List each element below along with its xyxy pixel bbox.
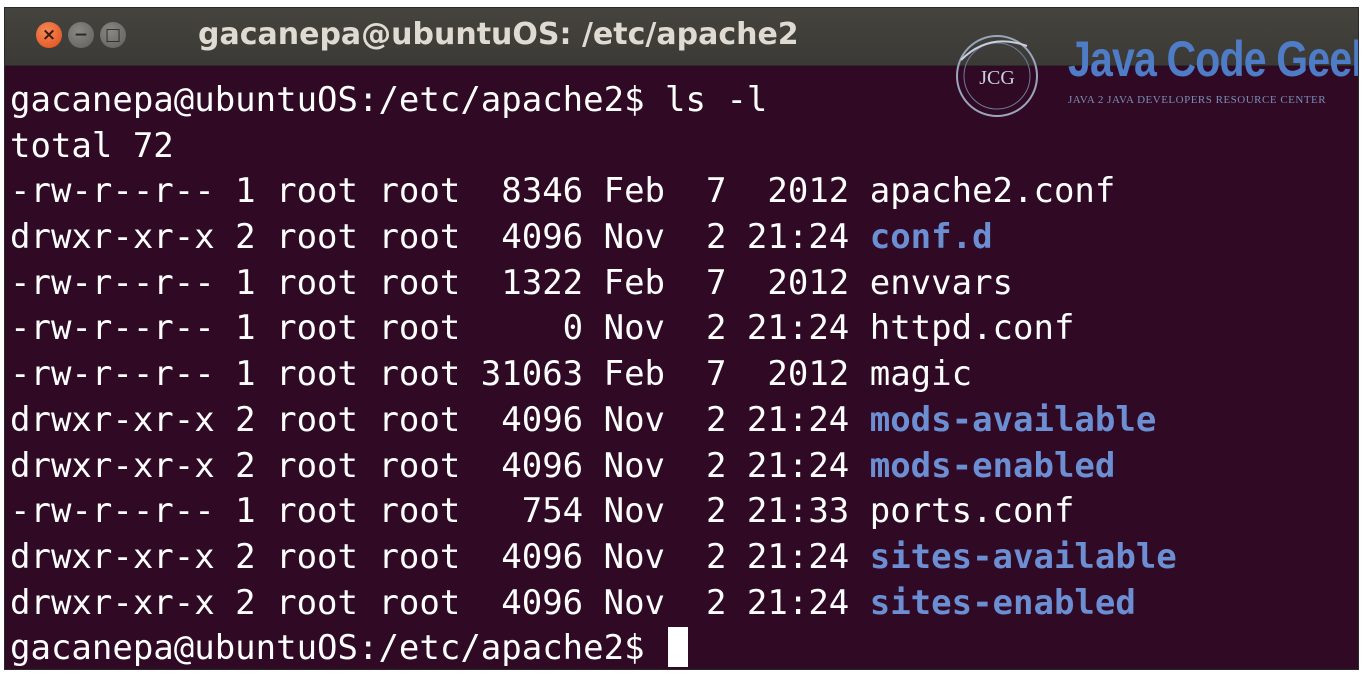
listing-row: drwxr-xr-x 2 root root 4096 Nov 2 21:24 … — [10, 444, 1358, 490]
close-button[interactable]: × — [36, 22, 62, 48]
final-prompt: gacanepa@ubuntuOS:/etc/apache2$ — [10, 628, 666, 669]
command: ls -l — [665, 80, 768, 120]
listing-row: drwxr-xr-x 2 root root 4096 Nov 2 21:24 … — [10, 215, 1358, 261]
entry-metadata: drwxr-xr-x 2 root root 4096 Nov 2 21:24 — [10, 536, 870, 577]
final-prompt-line[interactable]: gacanepa@ubuntuOS:/etc/apache2$ — [10, 626, 1358, 669]
listing-row: -rw-r--r-- 1 root root 754 Nov 2 21:33 p… — [10, 489, 1358, 535]
listing-row: -rw-r--r-- 1 root root 1322 Feb 7 2012 e… — [10, 261, 1358, 307]
total-line: total 72 — [10, 125, 174, 166]
entry-metadata: -rw-r--r-- 1 root root 754 Nov 2 21:33 — [10, 491, 870, 532]
terminal-window: × − □ gacanepa@ubuntuOS: /etc/apache2 JC… — [5, 8, 1358, 669]
entry-metadata: -rw-r--r-- 1 root root 8346 Feb 7 2012 — [10, 171, 870, 212]
entry-metadata: drwxr-xr-x 2 root root 4096 Nov 2 21:24 — [10, 399, 870, 440]
listing-row: drwxr-xr-x 2 root root 4096 Nov 2 21:24 … — [10, 535, 1358, 581]
file-name: magic — [869, 354, 973, 395]
directory-name: conf.d — [869, 217, 993, 258]
listing-row: -rw-r--r-- 1 root root 31063 Feb 7 2012 … — [10, 352, 1358, 398]
file-name: envvars — [869, 262, 1014, 303]
text-cursor — [668, 627, 689, 668]
listing-row: drwxr-xr-x 2 root root 4096 Nov 2 21:24 … — [10, 398, 1358, 444]
command-line: gacanepa@ubuntuOS:/etc/apache2$ ls -l — [10, 78, 1358, 124]
window-title: gacanepa@ubuntuOS: /etc/apache2 — [198, 17, 799, 52]
file-name: ports.conf — [869, 491, 1075, 532]
entry-metadata: drwxr-xr-x 2 root root 4096 Nov 2 21:24 — [10, 445, 870, 486]
listing-row: drwxr-xr-x 2 root root 4096 Nov 2 21:24 … — [10, 581, 1358, 627]
entry-metadata: drwxr-xr-x 2 root root 4096 Nov 2 21:24 — [10, 217, 870, 258]
directory-name: sites-enabled — [869, 582, 1136, 623]
prompt: gacanepa@ubuntuOS:/etc/apache2$ — [10, 80, 645, 120]
entry-metadata: -rw-r--r-- 1 root root 31063 Feb 7 2012 — [10, 354, 870, 395]
entry-metadata: drwxr-xr-x 2 root root 4096 Nov 2 21:24 — [10, 582, 870, 623]
directory-name: mods-enabled — [869, 445, 1116, 486]
file-name: apache2.conf — [869, 171, 1116, 212]
directory-name: sites-available — [869, 536, 1177, 577]
listing: -rw-r--r-- 1 root root 8346 Feb 7 2012 a… — [10, 169, 1358, 626]
listing-row: -rw-r--r-- 1 root root 0 Nov 2 21:24 htt… — [10, 306, 1358, 352]
listing-row: -rw-r--r-- 1 root root 8346 Feb 7 2012 a… — [10, 169, 1358, 215]
minimize-button[interactable]: − — [68, 22, 94, 48]
directory-name: mods-available — [869, 399, 1157, 440]
entry-metadata: -rw-r--r-- 1 root root 1322 Feb 7 2012 — [10, 262, 870, 303]
terminal-output[interactable]: gacanepa@ubuntuOS:/etc/apache2$ ls -l to… — [10, 78, 1358, 669]
entry-metadata: -rw-r--r-- 1 root root 0 Nov 2 21:24 — [10, 308, 870, 349]
file-name: httpd.conf — [869, 308, 1075, 349]
maximize-button[interactable]: □ — [100, 22, 126, 48]
